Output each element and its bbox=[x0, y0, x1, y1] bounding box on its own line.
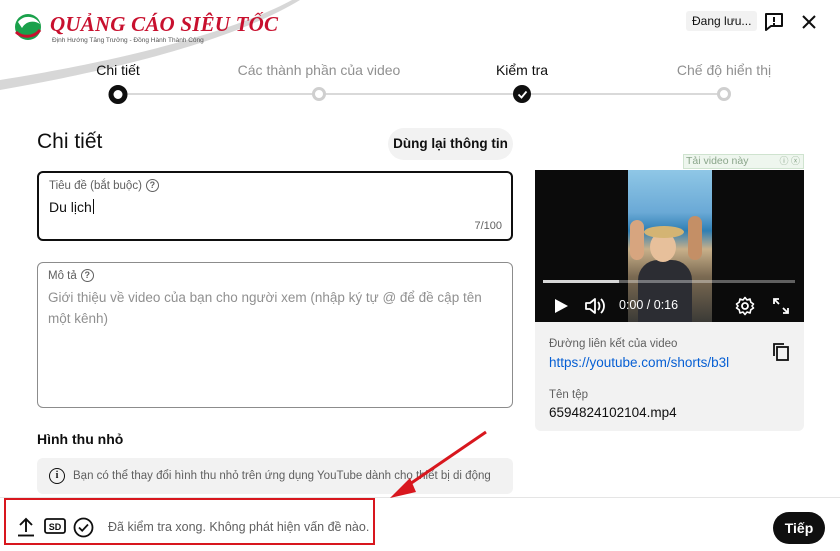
play-icon[interactable] bbox=[549, 294, 573, 318]
saving-status-badge: Đang lưu... bbox=[686, 11, 758, 31]
info-icon: i bbox=[49, 468, 65, 484]
sd-badge-icon[interactable]: SD bbox=[44, 516, 66, 536]
help-icon[interactable]: ? bbox=[145, 179, 159, 192]
volume-icon[interactable] bbox=[583, 294, 609, 318]
copy-icon[interactable] bbox=[771, 342, 791, 362]
feedback-icon[interactable] bbox=[762, 10, 786, 34]
video-link[interactable]: https://youtube.com/shorts/b3l bbox=[549, 355, 746, 370]
description-field-label-text: Mô tả bbox=[48, 269, 77, 282]
description-input-placeholder[interactable]: Giới thiệu về video của bạn cho người xe… bbox=[48, 287, 503, 329]
thumbnail-info-text: Bạn có thể thay đổi hình thu nhỏ trên ứn… bbox=[73, 470, 491, 482]
page-title: Chi tiết bbox=[37, 130, 103, 153]
thumbnail-info-box: i Bạn có thể thay đổi hình thu nhỏ trên … bbox=[37, 458, 513, 494]
title-input-value: Du lịch bbox=[49, 199, 92, 215]
title-field[interactable]: Tiêu đề (bắt buộc) ? Du lịch 7/100 bbox=[37, 171, 513, 241]
filename-value: 6594824102104.mp4 bbox=[549, 405, 677, 420]
video-player[interactable]: 0:00 / 0:16 bbox=[535, 170, 804, 322]
close-icon[interactable] bbox=[797, 10, 821, 34]
step-dot-done[interactable] bbox=[513, 85, 531, 103]
check-icon bbox=[517, 90, 527, 99]
video-time: 0:00 / 0:16 bbox=[619, 298, 679, 312]
video-progress-bar[interactable] bbox=[543, 280, 795, 283]
next-button[interactable]: Tiếp bbox=[773, 512, 825, 544]
settings-icon[interactable] bbox=[733, 294, 757, 318]
video-figure bbox=[644, 226, 684, 238]
video-preview-panel: 0:00 / 0:16 Đường liên kết của video htt… bbox=[535, 170, 804, 431]
description-field[interactable]: Mô tả ? Giới thiệu về video của bạn cho … bbox=[37, 262, 513, 408]
description-field-label: Mô tả ? bbox=[48, 269, 94, 282]
reuse-details-button[interactable]: Dùng lại thông tin bbox=[388, 128, 513, 160]
title-input[interactable]: Du lịch bbox=[49, 199, 94, 215]
stepper-track bbox=[118, 93, 724, 95]
help-icon[interactable]: ? bbox=[80, 269, 94, 282]
step-dot-future[interactable] bbox=[717, 87, 731, 101]
step-label-details[interactable]: Chi tiết bbox=[96, 62, 140, 78]
check-circle-icon[interactable] bbox=[72, 516, 94, 538]
step-label-checks[interactable]: Kiểm tra bbox=[496, 62, 548, 78]
video-figure bbox=[630, 220, 644, 260]
title-char-counter: 7/100 bbox=[474, 220, 502, 232]
upload-icon[interactable] bbox=[16, 516, 36, 538]
download-video-ad-banner[interactable]: Tải video này ⓘ ⓧ bbox=[683, 154, 804, 169]
ad-banner-icons[interactable]: ⓘ ⓧ bbox=[779, 155, 800, 168]
step-dot-future[interactable] bbox=[312, 87, 326, 101]
ad-banner-label: Tải video này bbox=[686, 155, 749, 167]
video-figure bbox=[688, 216, 702, 260]
step-label-visibility[interactable]: Chế độ hiển thị bbox=[677, 62, 771, 78]
fullscreen-icon[interactable] bbox=[769, 294, 793, 318]
svg-text:SD: SD bbox=[49, 522, 62, 532]
video-buffered-fill bbox=[543, 280, 619, 283]
thumbnail-heading: Hình thu nhỏ bbox=[37, 431, 124, 447]
step-dot-current[interactable] bbox=[108, 85, 128, 104]
checks-status-text: Đã kiểm tra xong. Không phát hiện vấn đề… bbox=[108, 520, 370, 534]
filename-label: Tên tệp bbox=[549, 389, 588, 401]
header: QUẢNG CÁO SIÊU TỐC Định Hướng Tăng Trưởn… bbox=[0, 0, 840, 90]
title-field-label: Tiêu đề (bắt buộc) ? bbox=[49, 179, 159, 192]
step-label-video-elements[interactable]: Các thành phần của video bbox=[238, 62, 401, 78]
upload-stepper: Chi tiết Các thành phần của video Kiểm t… bbox=[0, 58, 840, 108]
text-caret bbox=[92, 199, 94, 214]
title-field-label-text: Tiêu đề (bắt buộc) bbox=[49, 179, 142, 192]
logo-tagline: Định Hướng Tăng Trưởng - Đồng Hành Thành… bbox=[52, 37, 204, 44]
video-link-label: Đường liên kết của video bbox=[549, 338, 678, 350]
video-figure bbox=[638, 260, 692, 322]
logo-text: QUẢNG CÁO SIÊU TỐC bbox=[50, 12, 279, 36]
